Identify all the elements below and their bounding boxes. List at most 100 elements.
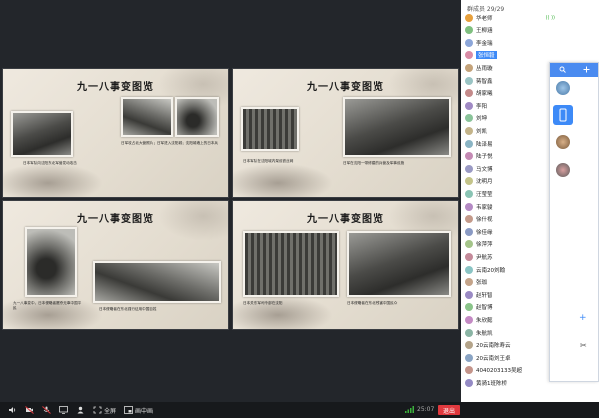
member-row[interactable]: 徐萍萍 bbox=[465, 239, 555, 250]
exit-button[interactable]: 退出 bbox=[438, 405, 460, 415]
avatar bbox=[465, 189, 473, 198]
signal-strength-icon bbox=[405, 406, 414, 413]
member-name: 徐什视 bbox=[476, 217, 493, 224]
avatar bbox=[465, 89, 473, 98]
avatar bbox=[465, 353, 473, 362]
member-name: 赵轩智 bbox=[476, 292, 493, 299]
photo-caption: 日本侵略者在东北强行征用中国百姓 bbox=[99, 307, 157, 311]
member-row[interactable]: 4040203133吴超 bbox=[465, 365, 555, 376]
member-row[interactable]: 张珈 bbox=[465, 277, 555, 288]
member-row[interactable]: 王柳涵 bbox=[465, 25, 555, 36]
add-icon[interactable]: + bbox=[579, 313, 587, 323]
member-row[interactable]: 沈明月 bbox=[465, 176, 555, 187]
member-name: 李金瑞 bbox=[476, 40, 493, 47]
avatar bbox=[465, 252, 473, 261]
bottom-toolbar: 全屏 画中画 25:07 退出 bbox=[0, 402, 599, 418]
search-icon[interactable] bbox=[559, 66, 566, 75]
historical-photo bbox=[347, 231, 451, 297]
member-row[interactable]: 徐什视 bbox=[465, 214, 555, 225]
member-name: 20云南刘王卓 bbox=[476, 355, 511, 362]
avatar bbox=[465, 303, 473, 312]
avatar bbox=[465, 63, 473, 72]
phone-app-icon[interactable] bbox=[553, 105, 573, 125]
member-name: 李阳 bbox=[476, 103, 488, 110]
member-name: 陆泽易 bbox=[476, 141, 493, 148]
contact-avatar[interactable] bbox=[556, 163, 570, 177]
avatar bbox=[465, 215, 473, 224]
photo-caption: 九一八事变中，日本侵略者屠杀无辜中国平民 bbox=[13, 301, 82, 310]
member-row[interactable]: 20云南陈寿云 bbox=[465, 340, 555, 351]
plus-icon[interactable] bbox=[583, 66, 590, 75]
member-row[interactable]: 陆泽易 bbox=[465, 138, 555, 149]
historical-photo bbox=[25, 227, 77, 297]
member-name: 尹航苏 bbox=[476, 254, 493, 261]
member-row[interactable]: 黄骑1班陈桥 bbox=[465, 377, 555, 388]
member-row[interactable]: 蒋智鑫 bbox=[465, 75, 555, 86]
fullscreen-button[interactable]: 全屏 bbox=[104, 406, 116, 415]
avatar bbox=[465, 101, 473, 110]
member-row[interactable]: 李金瑞 bbox=[465, 37, 555, 48]
member-row[interactable]: 马文博 bbox=[465, 163, 555, 174]
picture-in-picture-button[interactable]: 画中画 bbox=[135, 406, 153, 415]
avatar bbox=[465, 139, 473, 148]
member-name: 丛雨璇 bbox=[476, 65, 493, 72]
member-name: 云南20刘翰 bbox=[476, 267, 505, 274]
slide-title: 九一八事变图览 bbox=[307, 214, 384, 225]
mic-muted-icon[interactable] bbox=[41, 405, 51, 415]
member-row[interactable]: 华老师 (( )) bbox=[465, 12, 555, 23]
contact-avatar[interactable] bbox=[556, 81, 570, 95]
avatar bbox=[465, 227, 473, 236]
member-name: 马文博 bbox=[476, 166, 493, 173]
avatar bbox=[465, 315, 473, 324]
member-row[interactable]: 张恒毅 bbox=[465, 50, 555, 61]
historical-photo bbox=[121, 97, 173, 137]
member-row[interactable]: 朱欣懿 bbox=[465, 314, 555, 325]
historical-photo bbox=[343, 97, 451, 157]
member-list-icon[interactable] bbox=[75, 405, 85, 415]
video-off-icon[interactable] bbox=[24, 405, 34, 415]
avatar bbox=[465, 38, 473, 47]
member-name: 华老师 bbox=[476, 15, 493, 22]
speaker-icon[interactable] bbox=[7, 405, 17, 415]
member-row[interactable]: 汪莹莹 bbox=[465, 188, 555, 199]
member-name: 4040203133吴超 bbox=[476, 368, 522, 375]
member-row[interactable]: 徐佳缘 bbox=[465, 226, 555, 237]
avatar bbox=[465, 177, 473, 186]
slide-title: 九一八事变图览 bbox=[307, 82, 384, 93]
member-name: 朱航凯 bbox=[476, 330, 493, 337]
photo-caption: 日本军队向沈阳东北军营发动攻击 bbox=[23, 161, 77, 165]
member-name: 蒋智鑫 bbox=[476, 78, 493, 85]
member-row[interactable]: 20云南刘王卓 bbox=[465, 352, 555, 363]
member-row[interactable]: 尹航苏 bbox=[465, 251, 555, 262]
contact-avatar[interactable] bbox=[556, 135, 570, 149]
member-row[interactable]: 刘坤 bbox=[465, 113, 555, 124]
picture-in-picture-icon[interactable] bbox=[123, 405, 133, 415]
scissors-icon[interactable]: ✂ bbox=[580, 341, 587, 350]
meeting-timer: 25:07 bbox=[417, 406, 435, 413]
screen-share-icon[interactable] bbox=[58, 405, 68, 415]
slide-thumbnail-2: 九一八事变图览 日本军队在沈阳城内架设铁丝网 日军在沈阳一带修建的兵营及军事设施 bbox=[232, 68, 459, 198]
member-name: 徐萍萍 bbox=[476, 242, 493, 249]
fullscreen-icon[interactable] bbox=[92, 405, 102, 415]
member-row[interactable]: 丛雨璇 bbox=[465, 62, 555, 73]
member-name: 徐佳缘 bbox=[476, 229, 493, 236]
photo-caption: 日本关东军司令部在沈阳 bbox=[243, 301, 283, 305]
member-row[interactable]: 刘凯 bbox=[465, 125, 555, 136]
member-row[interactable]: 胡家曦 bbox=[465, 88, 555, 99]
avatar bbox=[465, 26, 473, 35]
member-name: 赵智博 bbox=[476, 305, 493, 312]
member-name: 刘坤 bbox=[476, 116, 488, 123]
member-row[interactable]: 朱航凯 bbox=[465, 327, 555, 338]
photo-caption: 日本侵略者在东北残害中国民众 bbox=[347, 301, 398, 305]
member-name: 沈明月 bbox=[476, 179, 493, 186]
member-row[interactable]: 陆子悦 bbox=[465, 151, 555, 162]
member-row[interactable]: 李阳 bbox=[465, 100, 555, 111]
member-row[interactable]: 云南20刘翰 bbox=[465, 264, 555, 275]
avatar bbox=[465, 164, 473, 173]
avatar bbox=[465, 13, 473, 22]
slide-title: 九一八事变图览 bbox=[77, 82, 154, 93]
member-row[interactable]: 赵轩智 bbox=[465, 289, 555, 300]
slide-thumbnail-3: 九一八事变图览 九一八事变中，日本侵略者屠杀无辜中国平民 日本侵略者在东北强行征… bbox=[2, 200, 229, 330]
member-row[interactable]: 赵智博 bbox=[465, 302, 555, 313]
member-row[interactable]: 韦家骏 bbox=[465, 201, 555, 212]
